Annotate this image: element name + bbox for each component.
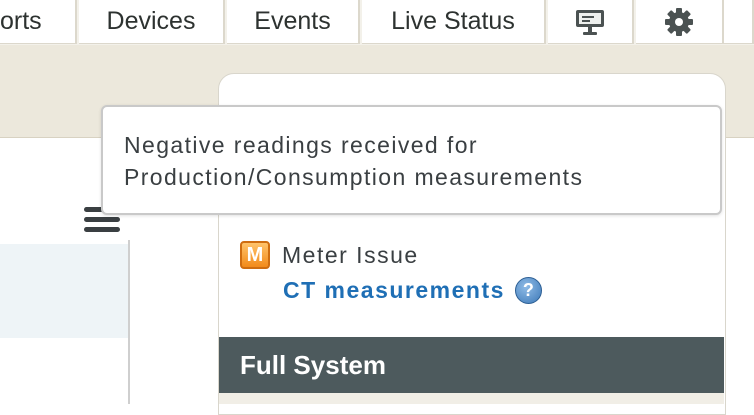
- full-system-header: Full System: [219, 337, 724, 393]
- meter-issue-title: Meter Issue: [282, 241, 419, 268]
- issue-detail-row: CT measurements ?: [283, 277, 542, 304]
- tab-live-status-label: Live Status: [391, 7, 515, 35]
- tab-overflow: [724, 0, 754, 44]
- tab-devices-label: Devices: [106, 7, 196, 35]
- meter-issue-row: M Meter Issue: [240, 241, 419, 269]
- tab-settings[interactable]: [636, 0, 724, 44]
- tab-live-status[interactable]: Live Status: [362, 0, 546, 44]
- card-footer-strip: [219, 393, 724, 404]
- tab-reports[interactable]: orts: [0, 0, 77, 44]
- tooltip-line-2: Production/Consumption measurements: [124, 164, 584, 190]
- ct-measurements-link[interactable]: CT measurements: [283, 277, 505, 304]
- tab-events[interactable]: Events: [227, 0, 360, 44]
- panel-divider: [128, 240, 130, 404]
- tab-devices[interactable]: Devices: [79, 0, 225, 44]
- tooltip-line-1: Negative readings received for: [124, 132, 478, 158]
- meter-issue-badge-icon: M: [240, 241, 270, 269]
- top-nav: orts Devices Events Live Status: [0, 0, 754, 45]
- gear-icon: [665, 7, 693, 36]
- tab-monitor[interactable]: [548, 0, 634, 44]
- monitor-icon: [576, 9, 604, 35]
- chart-area: [0, 244, 128, 338]
- full-system-title: Full System: [240, 349, 386, 380]
- tab-events-label: Events: [254, 7, 331, 35]
- help-icon[interactable]: ?: [514, 277, 542, 304]
- tab-reports-label: orts: [0, 7, 42, 35]
- tooltip: Negative readings received for Productio…: [101, 105, 722, 215]
